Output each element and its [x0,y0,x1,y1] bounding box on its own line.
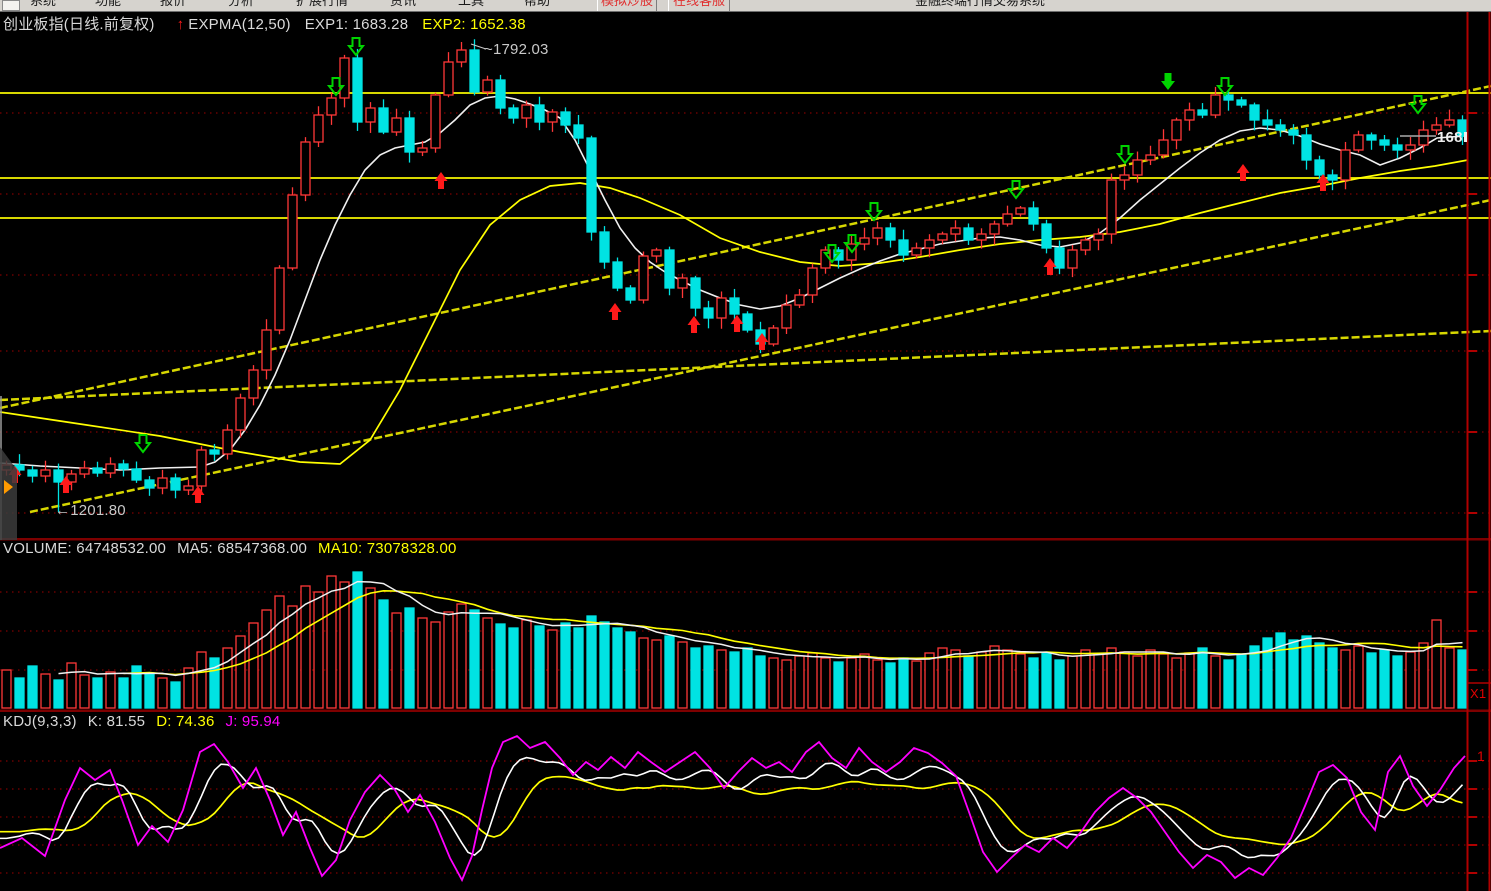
menubar-red-button[interactable]: 模拟炒股 [597,0,657,11]
high-price-annotation: ~1792.03 [484,41,549,58]
menubar-red-button-label: 模拟炒股 [598,0,656,10]
volume-scale-label: X1 [1470,686,1486,701]
last-price-axis-label: 168 [1437,129,1468,146]
kdj-d-value: D: 74.36 [156,713,225,730]
volume-value: VOLUME: 64748532.00 [3,540,177,557]
menubar-right-text: 金融终端行情交易系统 [915,0,1045,10]
chart-canvas[interactable] [0,0,1491,891]
menu-item[interactable]: 工具 [458,0,484,10]
kdj-k-value: K: 81.55 [88,713,156,730]
menu-item[interactable]: 系统 [30,0,56,10]
clipped-digit [1464,132,1467,142]
red-up-arrow-icon: ↑ [169,16,189,33]
volume-indicator-header: VOLUME: 64748532.00MA5: 68547368.00MA10:… [3,540,468,557]
menu-item[interactable]: 分析 [228,0,254,10]
page-title: 创业板指(日线.前复权) [3,16,169,33]
menubar-red-button-label: 在线客服 [669,0,729,10]
menubar-red-button[interactable]: 在线客服 [668,0,730,11]
exp1-value: EXP1: 1683.28 [305,16,423,33]
menu-item[interactable]: 功能 [95,0,121,10]
menubar: 系统 功能 报价 分析 扩展行情 资讯 工具 帮助 模拟炒股 在线客服 金融终端行情交易系统 [0,0,1491,12]
kdj-name: KDJ(9,3,3) [3,713,88,730]
indicator-name: EXPMA(12,50) [188,16,304,33]
menu-item[interactable]: 资讯 [390,0,416,10]
menu-item[interactable]: 帮助 [524,0,550,10]
handle-shade [0,447,17,540]
exp2-value: EXP2: 1652.38 [422,16,526,33]
trading-app-window: 系统 功能 报价 分析 扩展行情 资讯 工具 帮助 模拟炒股 在线客服 金融终端行情交易系统 创业板… [0,0,1491,891]
low-price-annotation: ←1201.80 [55,502,126,519]
menu-item[interactable]: 报价 [160,0,186,10]
window-icon[interactable] [2,0,20,11]
volume-ma10-value: MA10: 73078328.00 [318,540,468,557]
kdj-indicator-header: KDJ(9,3,3)K: 81.55D: 74.36J: 95.94 [3,713,291,730]
main-indicator-header: 创业板指(日线.前复权)↑EXPMA(12,50)EXP1: 1683.28EX… [3,13,526,34]
pane-separator [0,710,1491,713]
side-panel-handle[interactable] [0,447,17,540]
kdj-j-value: J: 95.94 [226,713,292,730]
kdj-axis-label: 1 [1477,748,1485,764]
menu-item[interactable]: 扩展行情 [296,0,348,10]
volume-ma5-value: MA5: 68547368.00 [177,540,318,557]
